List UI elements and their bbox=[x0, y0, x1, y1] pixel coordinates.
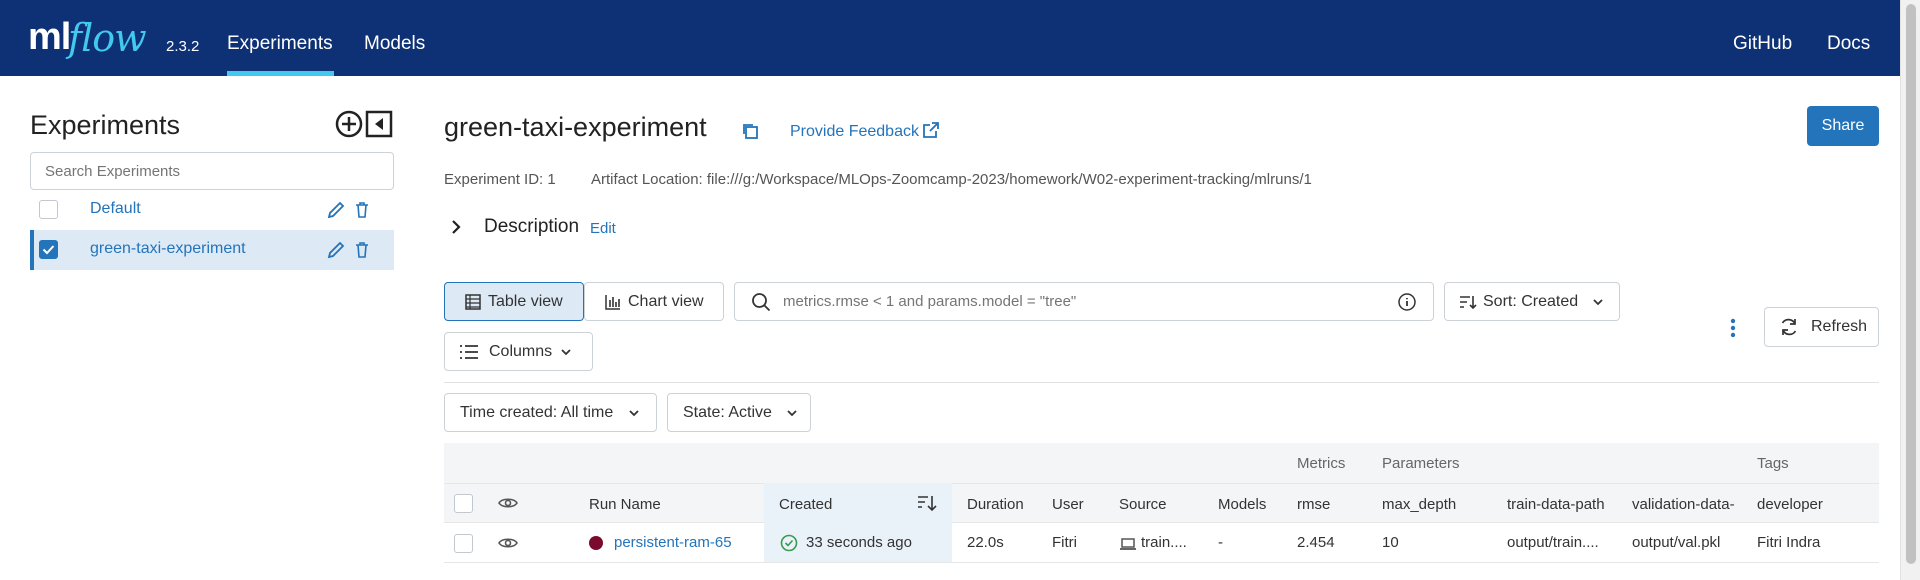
success-check-icon bbox=[780, 534, 798, 552]
info-icon[interactable] bbox=[1397, 292, 1417, 312]
search-icon bbox=[752, 292, 771, 311]
refresh-icon bbox=[1781, 318, 1797, 336]
col-duration[interactable]: Duration bbox=[967, 496, 1024, 513]
columns-button[interactable]: Columns bbox=[444, 332, 593, 371]
trash-icon[interactable] bbox=[354, 201, 370, 219]
col-user[interactable]: User bbox=[1052, 496, 1084, 513]
run-name-link[interactable]: persistent-ram-65 bbox=[614, 534, 732, 551]
col-created[interactable]: Created bbox=[779, 496, 832, 513]
version-label: 2.3.2 bbox=[166, 38, 200, 55]
chevron-down-icon bbox=[629, 409, 639, 416]
sort-dropdown[interactable]: Sort: Created bbox=[1444, 282, 1620, 321]
collapse-sidebar-icon[interactable] bbox=[365, 110, 393, 138]
sidebar-item-green-taxi[interactable]: green-taxi-experiment bbox=[30, 230, 394, 270]
sidebar-item-label[interactable]: Default bbox=[90, 200, 141, 218]
parameters-group-label: Parameters bbox=[1382, 455, 1460, 472]
state-filter-label: State: Active bbox=[683, 403, 772, 421]
run-search-box[interactable] bbox=[734, 282, 1434, 321]
edit-pencil-icon[interactable] bbox=[326, 240, 346, 260]
copy-icon[interactable] bbox=[741, 122, 759, 140]
run-models: - bbox=[1218, 534, 1223, 551]
chevron-down-icon bbox=[1593, 298, 1603, 305]
scrollbar-thumb[interactable] bbox=[1906, 4, 1916, 564]
trash-icon[interactable] bbox=[354, 241, 370, 259]
nav-github[interactable]: GitHub bbox=[1733, 33, 1792, 55]
col-run-name[interactable]: Run Name bbox=[589, 496, 661, 513]
chevron-down-icon bbox=[787, 409, 797, 416]
top-header: ml flow 2.3.2 Experiments Models GitHub … bbox=[0, 0, 1900, 76]
share-button[interactable]: Share bbox=[1807, 106, 1879, 146]
divider bbox=[444, 382, 1879, 383]
nav-active-indicator bbox=[227, 71, 334, 76]
col-models[interactable]: Models bbox=[1218, 496, 1266, 513]
experiment-checkbox-checked[interactable] bbox=[39, 240, 58, 259]
col-source[interactable]: Source bbox=[1119, 496, 1167, 513]
sidebar-title: Experiments bbox=[30, 110, 181, 140]
add-experiment-icon[interactable] bbox=[335, 110, 363, 138]
time-created-filter[interactable]: Time created: All time bbox=[444, 393, 657, 432]
list-icon bbox=[460, 344, 478, 359]
chart-view-label: Chart view bbox=[628, 292, 704, 310]
columns-label: Columns bbox=[489, 342, 553, 360]
edit-pencil-icon[interactable] bbox=[326, 200, 346, 220]
sidebar-item-default[interactable]: Default bbox=[30, 190, 394, 230]
run-duration: 22.0s bbox=[967, 534, 1004, 551]
experiment-checkbox[interactable] bbox=[39, 200, 58, 219]
run-max-depth: 10 bbox=[1382, 534, 1399, 551]
metrics-group-label: Metrics bbox=[1297, 455, 1346, 472]
run-validation-data: output/val.pkl bbox=[1632, 534, 1721, 551]
eye-icon[interactable] bbox=[498, 496, 518, 510]
kebab-menu-icon[interactable] bbox=[1728, 317, 1738, 339]
col-rmse[interactable]: rmse bbox=[1297, 496, 1330, 513]
run-developer: Fitri Indra bbox=[1757, 534, 1821, 551]
col-max-depth[interactable]: max_depth bbox=[1382, 496, 1456, 513]
run-created: 33 seconds ago bbox=[806, 534, 912, 551]
run-source[interactable]: train.... bbox=[1141, 534, 1187, 551]
col-developer[interactable]: developer bbox=[1757, 496, 1823, 513]
experiment-id: Experiment ID: 1 bbox=[444, 171, 556, 188]
provide-feedback-link[interactable]: Provide Feedback bbox=[790, 123, 919, 141]
run-search-input[interactable] bbox=[783, 293, 1383, 310]
refresh-label: Refresh bbox=[1811, 318, 1868, 335]
run-rmse: 2.454 bbox=[1297, 534, 1335, 551]
bar-chart-icon bbox=[605, 294, 620, 310]
sort-icon bbox=[1460, 295, 1477, 309]
run-color-dot bbox=[589, 536, 603, 550]
table-group-header bbox=[444, 443, 1879, 483]
table-view-label: Table view bbox=[488, 292, 563, 310]
page-scrollbar[interactable] bbox=[1900, 0, 1920, 580]
logo-flow: flow bbox=[68, 16, 147, 60]
experiment-title: green-taxi-experiment bbox=[444, 112, 707, 142]
nav-models[interactable]: Models bbox=[364, 33, 425, 55]
description-edit-link[interactable]: Edit bbox=[590, 220, 616, 237]
sidebar-item-label[interactable]: green-taxi-experiment bbox=[90, 240, 246, 258]
sidebar-search-input[interactable] bbox=[30, 152, 394, 190]
eye-icon[interactable] bbox=[498, 536, 518, 550]
select-all-checkbox[interactable] bbox=[454, 494, 473, 513]
row-checkbox[interactable] bbox=[454, 534, 473, 553]
refresh-button[interactable]: Refresh bbox=[1764, 307, 1879, 347]
nav-docs[interactable]: Docs bbox=[1827, 33, 1870, 55]
external-link-icon[interactable] bbox=[922, 121, 940, 139]
run-user: Fitri bbox=[1052, 534, 1077, 551]
col-train-data-path[interactable]: train-data-path bbox=[1507, 496, 1605, 513]
laptop-icon bbox=[1119, 537, 1137, 551]
artifact-location: Artifact Location: file:///g:/Workspace/… bbox=[591, 171, 1312, 188]
chevron-down-icon bbox=[561, 348, 571, 355]
tags-group-label: Tags bbox=[1757, 455, 1789, 472]
sort-label: Sort: Created bbox=[1483, 292, 1579, 310]
state-filter[interactable]: State: Active bbox=[667, 393, 811, 432]
nav-experiments[interactable]: Experiments bbox=[227, 33, 333, 55]
time-filter-label: Time created: All time bbox=[460, 403, 614, 421]
col-validation-data[interactable]: validation-data- bbox=[1632, 496, 1735, 513]
logo-ml: ml bbox=[28, 16, 71, 58]
table-view-button[interactable]: Table view bbox=[444, 282, 584, 321]
sort-desc-icon[interactable] bbox=[917, 494, 937, 512]
description-label[interactable]: Description bbox=[484, 216, 579, 238]
run-train-data-path: output/train.... bbox=[1507, 534, 1599, 551]
table-icon bbox=[465, 293, 481, 310]
chevron-right-icon[interactable] bbox=[450, 218, 462, 236]
chart-view-button[interactable]: Chart view bbox=[584, 282, 724, 321]
